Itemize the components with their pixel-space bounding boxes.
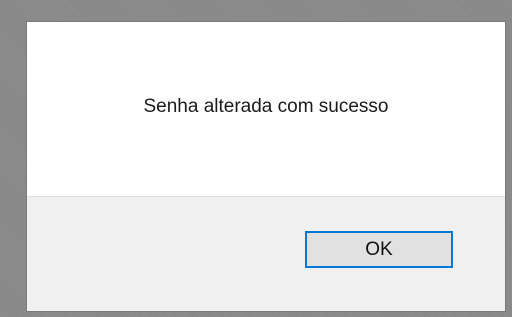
ok-button[interactable]: OK (305, 231, 453, 268)
dialog-footer: OK (27, 196, 505, 311)
alert-dialog: Senha alterada com sucesso OK (27, 22, 505, 311)
message-area: Senha alterada com sucesso (27, 22, 505, 196)
dialog-message: Senha alterada com sucesso (143, 96, 389, 117)
